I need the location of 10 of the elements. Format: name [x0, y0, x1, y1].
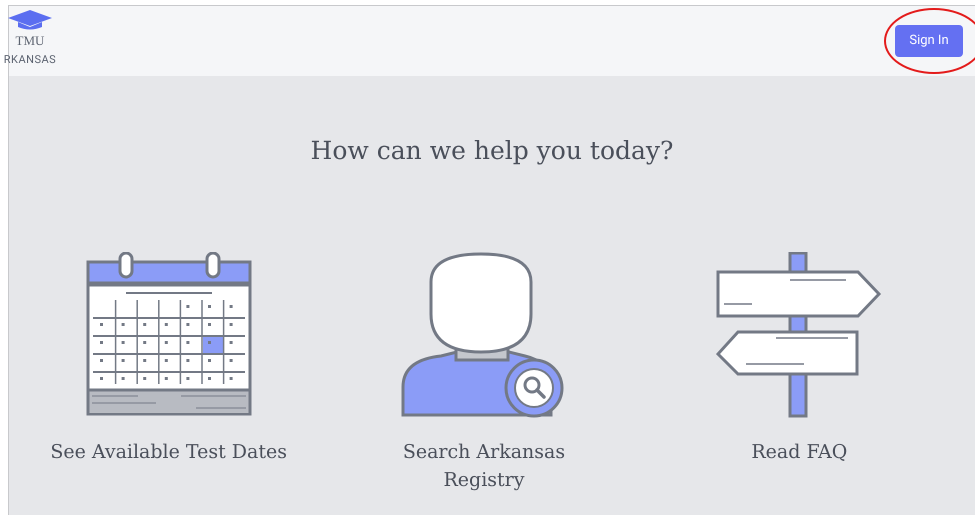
option-link[interactable]: See Available Test Dates: [46, 438, 291, 466]
logo-name: RKANSAS: [4, 52, 56, 68]
sign-in-button[interactable]: Sign In: [895, 25, 963, 57]
signpost-icon: [716, 252, 882, 418]
logo-abbreviation: TMU: [16, 33, 44, 49]
page-heading: How can we help you today?: [310, 135, 674, 167]
option-link[interactable]: Search Arkansas Registry: [362, 438, 606, 494]
graduation-cap-icon: [8, 10, 52, 30]
calendar-icon: [86, 252, 252, 418]
option-link[interactable]: Read FAQ: [677, 438, 922, 466]
